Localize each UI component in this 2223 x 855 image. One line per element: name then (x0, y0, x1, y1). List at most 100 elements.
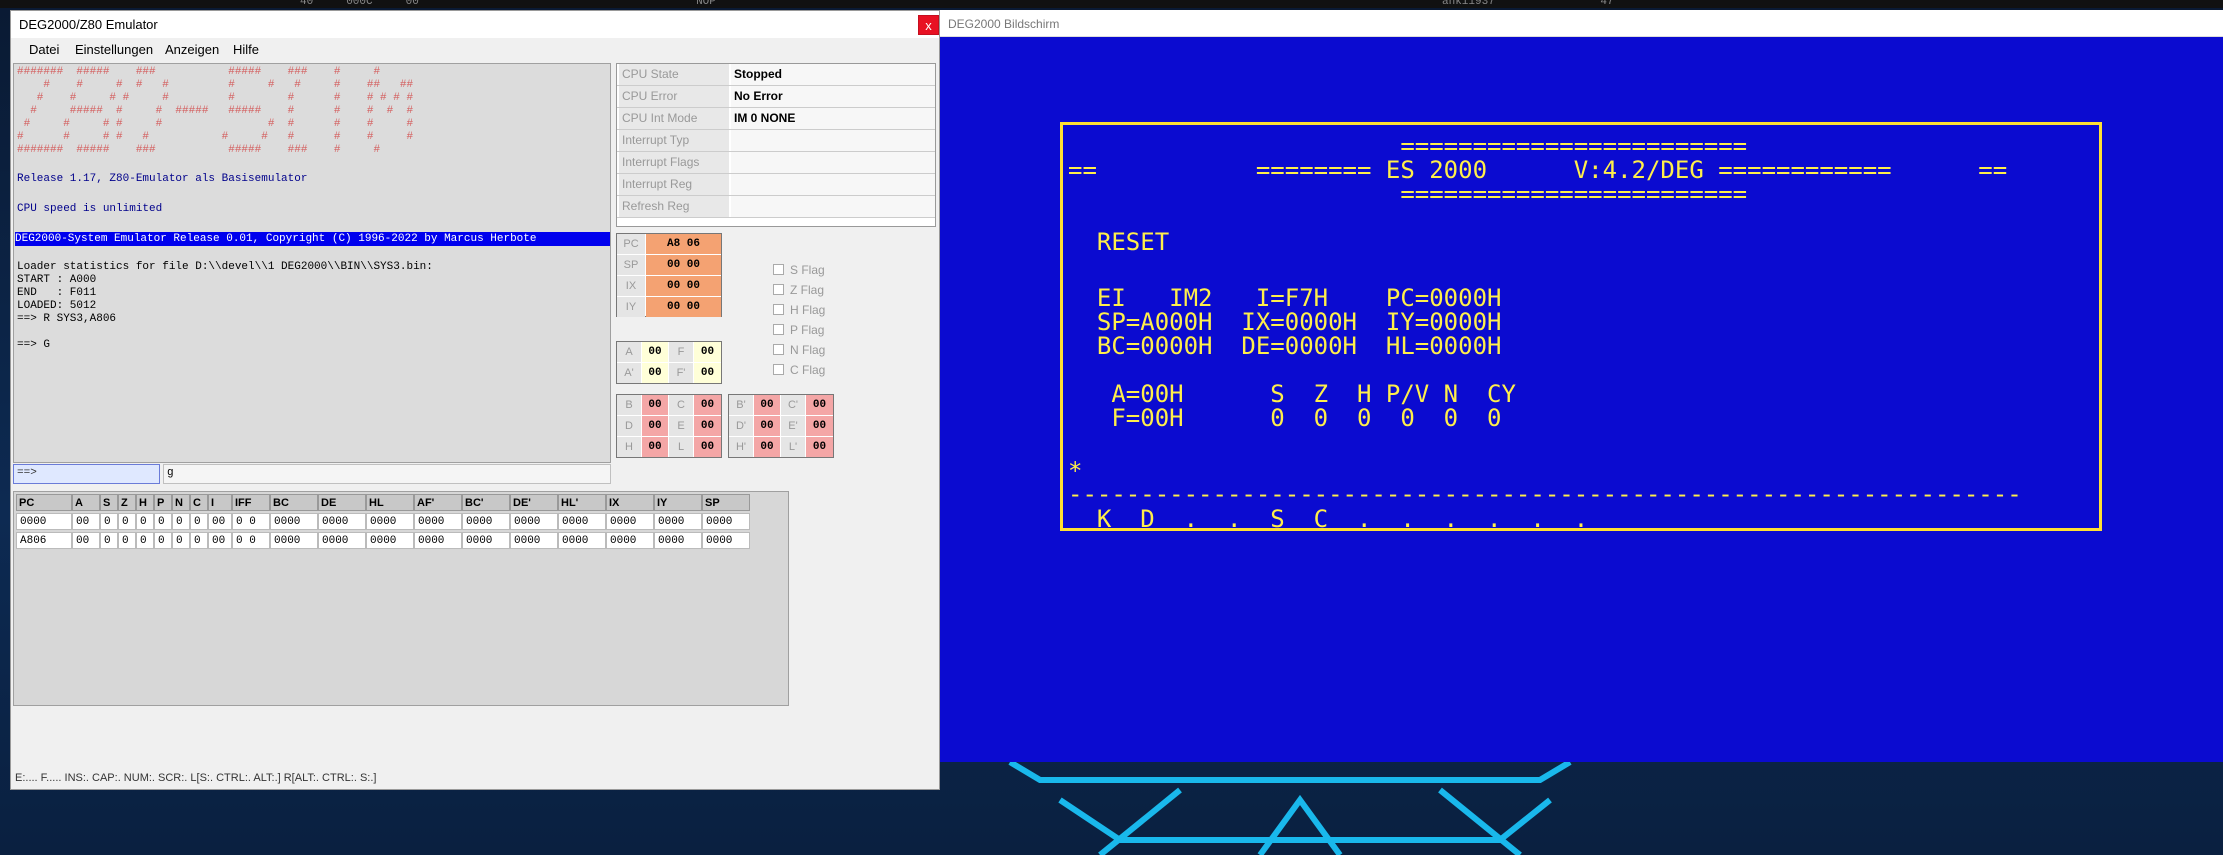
trace-cell: 0000 (606, 513, 654, 530)
checkbox-icon[interactable] (773, 344, 784, 355)
trace-header: DE' (510, 494, 558, 511)
register-label: PC (617, 234, 645, 254)
cpu-value: No Error (731, 86, 935, 107)
terminal-line: ======================== (1068, 180, 1748, 208)
menu-anzeigen[interactable]: Anzeigen (165, 42, 219, 57)
trace-cell: A806 (16, 532, 72, 549)
register-value: 00 (694, 437, 721, 457)
trace-cell: 0000 (654, 513, 702, 530)
cpu-key: CPU Int Mode (619, 108, 729, 129)
register-label: IY (617, 297, 645, 317)
terminal-line: F=00H 0 0 0 0 0 0 (1068, 404, 1502, 432)
console-output[interactable]: ####### ##### ### ##### ### # # # # # # … (13, 63, 611, 463)
cpu-key: Refresh Reg (619, 196, 729, 217)
flag-s[interactable]: S Flag (773, 261, 825, 279)
terminal-line: ----------------------------------------… (1068, 480, 2022, 508)
banner-line: # # # # # # # # # # (17, 118, 414, 130)
trace-cell: 0000 (414, 532, 462, 549)
trace-cell: 0 (118, 513, 136, 530)
trace-cell: 0 (172, 513, 190, 530)
register-value: 00 00 (646, 276, 721, 296)
trace-header: BC' (462, 494, 510, 511)
trace-header: S (100, 494, 118, 511)
menu-datei[interactable]: Datei (29, 42, 59, 57)
register-label: C' (781, 395, 805, 415)
trace-header: N (172, 494, 190, 511)
trace-cell: 00 (208, 513, 232, 530)
register-label: SP (617, 255, 645, 275)
flag-z[interactable]: Z Flag (773, 281, 824, 299)
trace-header: A (72, 494, 100, 511)
trace-cell: 0 (118, 532, 136, 549)
terminal-line: RESET (1068, 228, 1170, 256)
terminal-line: == ======== ES 2000 V:4.2/DEG ==========… (1068, 156, 2008, 184)
trace-cell: 00 (72, 532, 100, 549)
trace-cell: 0000 (366, 532, 414, 549)
cpu-state-table: CPU State Stopped CPU Error No Error CPU I… (616, 63, 936, 227)
cpu-key: Interrupt Flags (619, 152, 729, 173)
flag-n[interactable]: N Flag (773, 341, 825, 359)
trace-cell: 0 (190, 532, 208, 549)
menu-einstellungen[interactable]: Einstellungen (75, 42, 153, 57)
checkbox-icon[interactable] (773, 364, 784, 375)
cpu-value: IM 0 NONE (731, 108, 935, 129)
flag-label: H Flag (790, 303, 826, 317)
trace-cell: 0 (136, 513, 154, 530)
register-label: C (669, 395, 693, 415)
trace-header: IFF (232, 494, 270, 511)
checkbox-icon[interactable] (773, 324, 784, 335)
trace-cell: 0 0 (232, 532, 270, 549)
register-value: 00 (642, 395, 668, 415)
register-label: E' (781, 416, 805, 436)
trace-header: C (190, 494, 208, 511)
register-label: H' (729, 437, 753, 457)
trace-cell: 0000 (318, 532, 366, 549)
flag-h[interactable]: H Flag (773, 301, 825, 319)
flag-c[interactable]: C Flag (773, 361, 825, 379)
close-button[interactable]: x (918, 15, 939, 35)
trace-cell: 0000 (270, 532, 318, 549)
terminal-display[interactable]: ======================== == ======== ES 2… (1068, 134, 2098, 531)
emulator-window[interactable]: DEG2000/Z80 Emulator x Datei Einstellung… (10, 10, 940, 790)
trace-header: DE (318, 494, 366, 511)
screen-window[interactable]: DEG2000 Bildschirm =====================… (940, 10, 2223, 762)
trace-cell: 0000 (318, 513, 366, 530)
terminal-line: SP=A000H IX=0000H IY=0000H (1068, 308, 1502, 336)
emulator-titlebar[interactable]: DEG2000/Z80 Emulator x (11, 11, 939, 38)
loader-line: START : A000 (17, 274, 97, 286)
screen-titlebar[interactable]: DEG2000 Bildschirm (940, 10, 2223, 37)
cpu-value (731, 174, 935, 195)
trace-cell: 0000 (510, 513, 558, 530)
trace-header: PC (16, 494, 72, 511)
checkbox-icon[interactable] (773, 264, 784, 275)
trace-table[interactable]: PC A S Z H P N C I IFF BC DE HL AF' BC' DE' HL' IX IY SP 000… (13, 491, 789, 706)
command-input[interactable]: ==> (13, 464, 160, 484)
trace-cell: 0 (136, 532, 154, 549)
menu-hilfe[interactable]: Hilfe (233, 42, 259, 57)
top-strip-text: 40 000C 00 NOP anki1937 47 (300, 0, 1614, 8)
banner-line: ####### ##### ### ##### ### # # (17, 66, 381, 78)
checkbox-icon[interactable] (773, 304, 784, 315)
trace-header: HL (366, 494, 414, 511)
register-value: 00 (806, 395, 833, 415)
bcdehl-registers: B 00 C 00 D 00 E 00 H 00 L 00 (616, 394, 722, 458)
banner-line: # # # # # # # # # # # # (17, 92, 414, 104)
register-label: F' (669, 363, 693, 383)
banner-line: ####### ##### ### ##### ### # # (17, 144, 381, 156)
register-label: F (669, 342, 693, 362)
trace-header: P (154, 494, 172, 511)
checkbox-icon[interactable] (773, 284, 784, 295)
flag-label: C Flag (790, 363, 826, 377)
pointer-registers: PC A8 06 SP 00 00 IX 00 00 IY 00 00 (616, 233, 722, 317)
register-value: 00 (806, 437, 833, 457)
status-bar: E:.... F..... INS:. CAP:. NUM:. SCR:. L[… (15, 772, 377, 784)
loader-line: ==> R SYS3,A806 (17, 313, 117, 325)
loader-line: LOADED: 5012 (17, 300, 97, 312)
trace-cell: 0000 (654, 532, 702, 549)
banner-line: # # # # # # # # # # # (17, 131, 414, 143)
trace-cell: 0000 (702, 513, 750, 530)
register-label: D' (729, 416, 753, 436)
register-label: D (617, 416, 641, 436)
flag-p[interactable]: P Flag (773, 321, 824, 339)
cpu-key: Interrupt Typ (619, 130, 729, 151)
